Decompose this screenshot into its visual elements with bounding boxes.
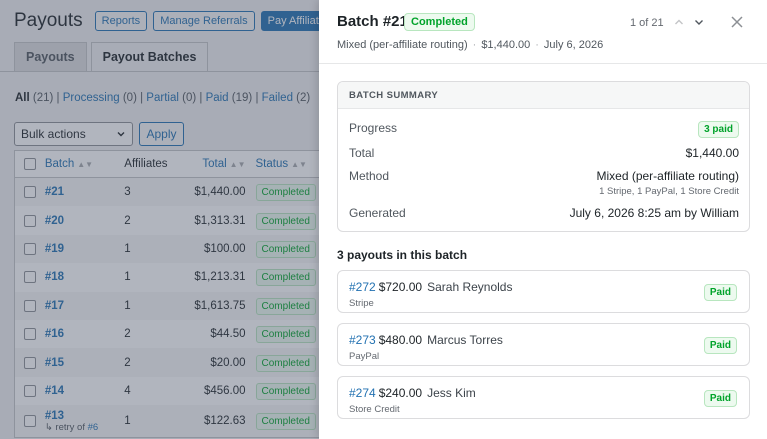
affiliate-name: Marcus Torres — [427, 333, 503, 347]
generated-value: July 6, 2026 8:25 am by William — [569, 206, 739, 220]
batch-summary-heading: BATCH SUMMARY — [338, 82, 749, 109]
method-breakdown: 1 Stripe, 1 PayPal, 1 Store Credit — [599, 186, 739, 197]
chevron-down-icon[interactable] — [691, 14, 707, 30]
payout-amount: $720.00 — [378, 280, 423, 294]
payout-id-link[interactable]: #272 — [349, 280, 376, 294]
payout-method: Stripe — [349, 298, 374, 309]
summary-row-progress: Progress 3 paid — [349, 121, 739, 138]
subtitle-total: $1,440.00 — [481, 39, 531, 51]
summary-row-method: Method Mixed (per-affiliate routing) 1 St… — [349, 169, 739, 197]
method-value: Mixed (per-affiliate routing) 1 Stripe, 1… — [596, 169, 739, 197]
total-label: Total — [349, 146, 375, 160]
payout-card[interactable]: #272 $720.00 Sarah Reynolds Stripe Paid — [337, 270, 750, 313]
chevron-up-icon[interactable] — [671, 14, 687, 30]
payout-card[interactable]: #274 $240.00 Jess Kim Store Credit Paid — [337, 376, 750, 419]
payouts-heading: 3 payouts in this batch — [337, 248, 468, 262]
generated-label: Generated — [349, 206, 406, 220]
batch-detail-drawer: Batch #21 Completed Mixed (per-affiliate… — [319, 0, 767, 439]
payout-amount: $240.00 — [378, 386, 423, 400]
batch-summary-card: BATCH SUMMARY Progress 3 paid Total $1,4… — [337, 81, 750, 232]
drawer-title: Batch #21 — [337, 13, 408, 30]
subtitle-date: July 6, 2026 — [543, 39, 604, 51]
payout-method: Store Credit — [349, 404, 400, 415]
payout-status-badge: Paid — [703, 337, 737, 354]
payout-card[interactable]: #273 $480.00 Marcus Torres PayPal Paid — [337, 323, 750, 366]
payout-id-link[interactable]: #274 — [349, 386, 376, 400]
status-badge: Completed — [404, 13, 475, 31]
pager-text: 1 of 21 — [630, 17, 664, 29]
payout-method: PayPal — [349, 351, 380, 362]
close-icon[interactable] — [729, 14, 745, 30]
payout-amount: $480.00 — [378, 333, 423, 347]
drawer-header: Batch #21 Completed Mixed (per-affiliate… — [319, 0, 767, 64]
payout-id-link[interactable]: #273 — [349, 333, 376, 347]
payout-status-badge: Paid — [703, 390, 737, 407]
affiliate-name: Jess Kim — [427, 386, 476, 400]
affiliate-name: Sarah Reynolds — [427, 280, 513, 294]
method-label: Method — [349, 169, 390, 183]
payout-status-badge: Paid — [703, 284, 737, 301]
progress-badge: 3 paid — [698, 121, 739, 138]
progress-label: Progress — [349, 121, 398, 135]
summary-row-total: Total $1,440.00 — [349, 146, 739, 160]
summary-row-generated: Generated July 6, 2026 8:25 am by Willia… — [349, 206, 739, 220]
total-value: $1,440.00 — [685, 146, 739, 160]
drawer-subtitle: Mixed (per-affiliate routing) · $1,440.00 ·… — [337, 39, 604, 51]
subtitle-method: Mixed (per-affiliate routing) — [337, 39, 468, 51]
